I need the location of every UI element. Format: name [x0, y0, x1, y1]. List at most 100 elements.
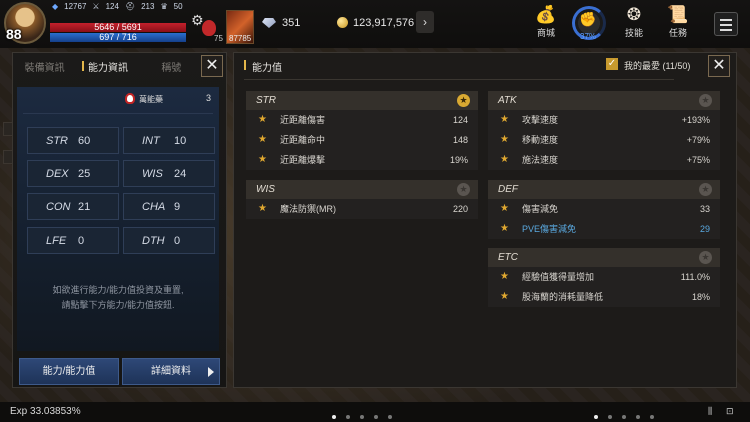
diamond-icon: [262, 18, 276, 28]
quest-button[interactable]: 📜 任務: [660, 2, 696, 39]
close-right-panel-button[interactable]: ✕: [708, 55, 730, 77]
category-def: DEF ★ ★ 傷害減免 33 ★ PVE傷害減免 29: [488, 180, 720, 239]
favorites-label: 我的最愛 (11/50): [624, 61, 691, 71]
row-value: 19%: [449, 155, 468, 165]
tab-equipment[interactable]: 裝備資訊: [13, 59, 76, 74]
list-item: ★ 股海蘭的消耗量降低 18%: [488, 287, 720, 307]
main-menu-button[interactable]: [714, 12, 738, 36]
page-dot[interactable]: [622, 415, 626, 419]
diamond-value: 351: [282, 17, 301, 29]
row-value: 33: [699, 204, 710, 214]
quest-label: 任務: [668, 28, 687, 38]
potion-count: 75: [214, 34, 223, 43]
page-dot[interactable]: [360, 415, 364, 419]
elixir-icon: [125, 93, 135, 104]
panel-title: 能力值: [244, 59, 282, 74]
lock-icon[interactable]: ⊡: [726, 406, 734, 417]
page-dot[interactable]: [374, 415, 378, 419]
star-icon[interactable]: ★: [699, 94, 712, 107]
list-item: ★ 魔法防禦(MR) 220: [246, 199, 478, 219]
star-icon[interactable]: ★: [699, 251, 712, 264]
row-value: 18%: [691, 292, 710, 302]
character-level: 88: [6, 26, 22, 42]
close-left-panel-button[interactable]: ✕: [201, 55, 223, 77]
gold-value: 123,917,576: [353, 17, 415, 29]
ability-button[interactable]: 能力/能力值: [19, 358, 119, 385]
row-label: 移動速度: [522, 135, 559, 145]
stat-a-value: 124: [105, 2, 119, 11]
category-name: ATK: [498, 95, 517, 106]
page-dot[interactable]: [650, 415, 654, 419]
list-item: ★ 移動速度 +79%: [488, 130, 720, 150]
page-dot[interactable]: [594, 415, 598, 419]
row-label: 攻擊速度: [522, 115, 559, 125]
row-value: 220: [452, 204, 468, 214]
stat-b-value: 213: [141, 2, 155, 11]
stat-value: 21: [78, 201, 91, 213]
stat-box-int[interactable]: INT 10: [123, 127, 215, 154]
favorites-checkbox[interactable]: ✓: [606, 58, 618, 70]
trophy-icon: ♛: [160, 2, 168, 11]
elixir-value: 3: [205, 93, 211, 103]
stat-box-dex[interactable]: DEX 25: [27, 160, 119, 187]
detail-button[interactable]: 詳細資料: [122, 358, 220, 385]
page-dot[interactable]: [608, 415, 612, 419]
hamburger-icon: [720, 19, 732, 21]
tab-title[interactable]: 稱號: [140, 59, 203, 74]
stat-value: 60: [78, 135, 91, 147]
currency-expand-button[interactable]: ›: [416, 11, 434, 33]
quest-icon: 📜: [667, 5, 689, 24]
star-icon[interactable]: ★: [457, 183, 470, 196]
stat-key: STR: [46, 135, 68, 147]
star-icon: ★: [500, 223, 509, 234]
category-name: WIS: [256, 184, 275, 195]
stat-box-str[interactable]: STR 60: [27, 127, 119, 154]
list-item: ★ 經驗值獲得量增加 111.0%: [488, 267, 720, 287]
bottom-hud: Exp 33.03853% ⫼ ⊡: [0, 402, 750, 422]
row-label: 股海蘭的消耗量降低: [522, 292, 604, 302]
list-item: ★ 近距離傷害 124: [246, 110, 478, 130]
skill-button[interactable]: ❂ 技能: [616, 2, 652, 39]
divider: [23, 113, 213, 114]
stat-box-cha[interactable]: CHA 9: [123, 193, 215, 220]
row-label: 施法速度: [522, 155, 559, 165]
tab-ability[interactable]: 能力資訊: [76, 59, 139, 74]
row-label: PVE傷害減免: [522, 224, 577, 234]
play-arrow-icon: [208, 367, 214, 377]
divider: [244, 79, 674, 80]
fist-icon: ✊: [579, 11, 597, 27]
page-dots: [594, 410, 664, 419]
star-icon[interactable]: ★: [699, 183, 712, 196]
stat-value: 0: [78, 235, 85, 247]
stat-box-dth[interactable]: DTH 0: [123, 227, 215, 254]
category-atk: ATK ★ ★ 攻擊速度 +193% ★ 移動速度 +79% ★ 施法速度 +7…: [488, 91, 720, 170]
star-icon: ★: [500, 291, 509, 302]
page-dot[interactable]: [346, 415, 350, 419]
row-value: 124: [452, 115, 468, 125]
stat-key: LFE: [46, 235, 67, 247]
page-dot[interactable]: [388, 415, 392, 419]
top-hud: 88 ◆ 12767 ⚔ 124 ⛑ 213 ♛ 50 5646 / 5691 …: [0, 0, 750, 48]
skill-icon: ❂: [626, 5, 642, 24]
category-header: DEF ★: [488, 180, 720, 199]
category-name: ETC: [498, 252, 518, 263]
star-icon[interactable]: ★: [457, 94, 470, 107]
stat-key: DTH: [142, 235, 165, 247]
stat-value: 25: [78, 168, 91, 180]
note-line: 如欲進行能力/能力值投資及重置,: [52, 285, 184, 295]
stat-key: INT: [142, 135, 160, 147]
sword-icon: ⚔: [92, 2, 100, 11]
list-item: ★ 近距離爆擊 19%: [246, 150, 478, 170]
character-stats-row: ◆ 12767 ⚔ 124 ⛑ 213 ♛ 50: [52, 2, 183, 11]
stat-box-wis[interactable]: WIS 24: [123, 160, 215, 187]
category-name: STR: [256, 95, 276, 106]
stat-box-lfe[interactable]: LFE 0: [27, 227, 119, 254]
category-wis: WIS ★ ★ 魔法防禦(MR) 220: [246, 180, 478, 219]
list-item: ★ 傷害減免 33: [488, 199, 720, 219]
shop-button[interactable]: 💰 商城: [528, 2, 564, 39]
stat-box-con[interactable]: CON 21: [27, 193, 119, 220]
note-line: 請點擊下方能力/能力值按鈕.: [61, 300, 175, 310]
page-dot[interactable]: [636, 415, 640, 419]
star-icon: ★: [500, 114, 509, 125]
page-dot[interactable]: [332, 415, 336, 419]
